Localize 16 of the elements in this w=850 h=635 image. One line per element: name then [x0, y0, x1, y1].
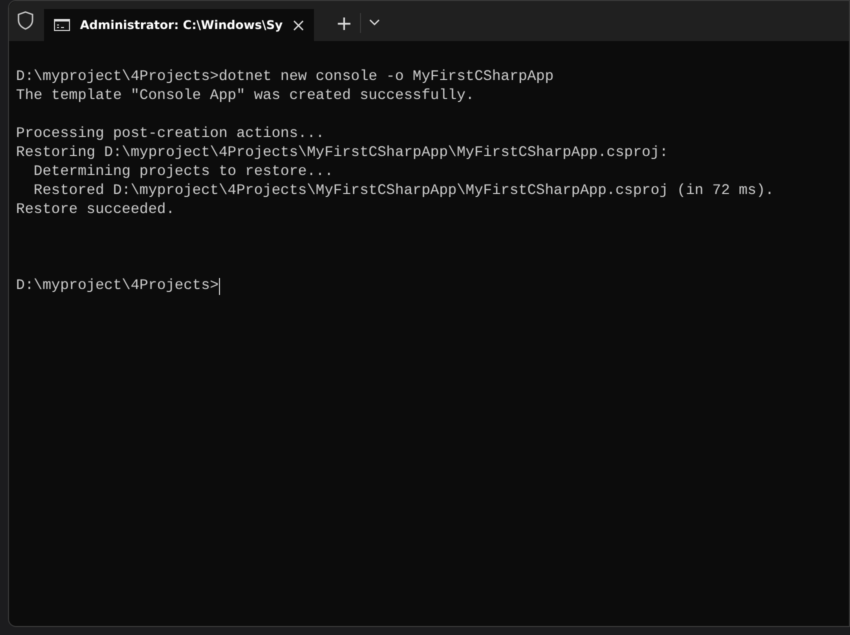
console-line: Restored D:\myproject\4Projects\MyFirstCSharpApp\MyFirstCSharpApp.csproj (in 72 ms).	[32, 182, 774, 201]
console-line: D:\myproject\4Projects>dotnet new console -o MyFirstCSharpApp	[16, 68, 554, 87]
console-icon	[54, 19, 70, 31]
console-line: Processing post-creation actions...	[16, 125, 324, 144]
shield-icon	[17, 11, 34, 30]
terminal-tab[interactable]: Administrator: C:\Windows\Sy	[44, 9, 314, 41]
chevron-down-icon[interactable]	[369, 19, 380, 26]
tab-title: Administrator: C:\Windows\Sy	[80, 18, 283, 32]
console-line: The template "Console App" was created successfully.	[16, 87, 474, 106]
text-cursor	[218, 278, 220, 295]
close-icon[interactable]	[292, 20, 304, 30]
console-line: Restore succeeded.	[16, 201, 175, 220]
console-line: Restoring D:\myproject\4Projects\MyFirstCSharpApp\MyFirstCSharpApp.csproj:	[16, 144, 668, 163]
new-tab-button[interactable]: +	[332, 11, 356, 35]
command-prompt: D:\myproject\4Projects>	[16, 277, 219, 296]
console-line: Determining projects to restore...	[32, 163, 334, 182]
